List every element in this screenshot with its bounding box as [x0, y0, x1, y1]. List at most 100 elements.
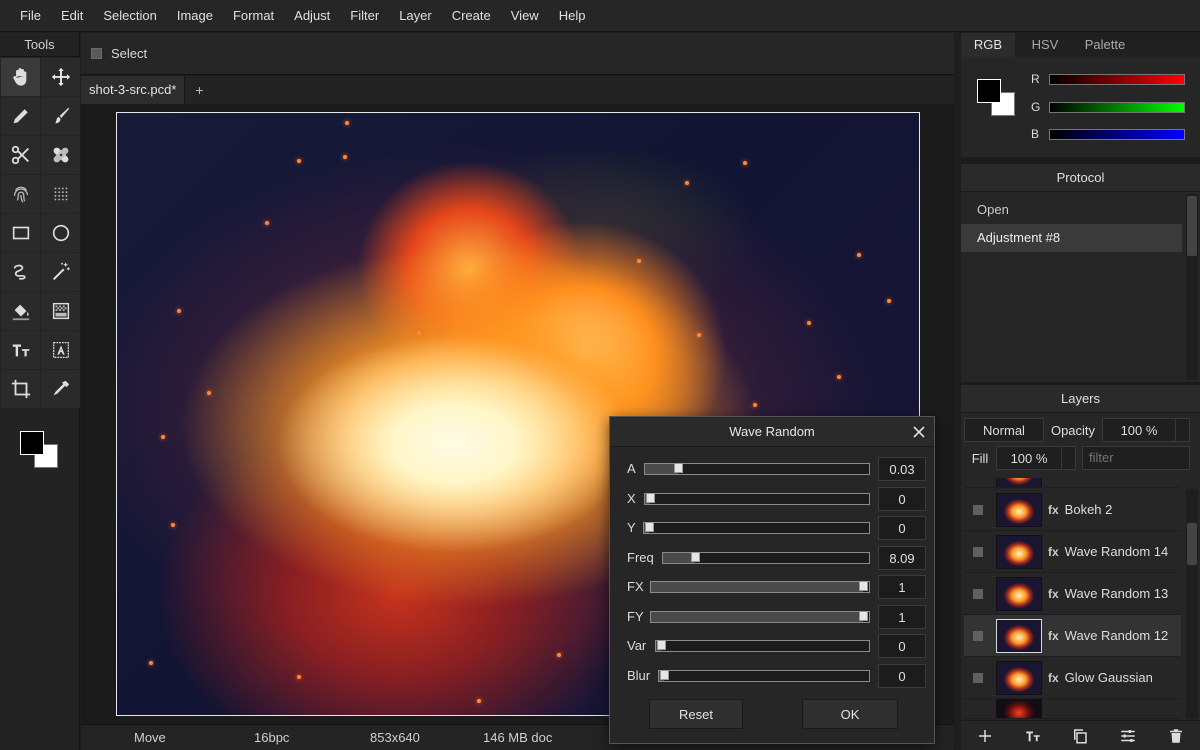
brush-tool[interactable]: [41, 97, 80, 135]
blue-slider[interactable]: [1049, 129, 1185, 140]
hand-tool[interactable]: [1, 58, 40, 96]
opacity-label: Opacity: [1050, 422, 1096, 438]
layer-item-selected[interactable]: fx Wave Random 12: [964, 615, 1181, 657]
menu-adjust[interactable]: Adjust: [284, 0, 340, 32]
document-tab[interactable]: shot-3-src.pcd*: [81, 76, 186, 104]
text-tool[interactable]: [1, 331, 40, 369]
param-value-input[interactable]: 1: [878, 605, 926, 629]
text-box-tool[interactable]: [41, 331, 80, 369]
color-foreground-swatch[interactable]: [977, 79, 1001, 103]
tab-palette[interactable]: Palette: [1075, 33, 1135, 57]
opacity-spinner[interactable]: [1176, 418, 1190, 442]
param-value-input[interactable]: 8.09: [878, 546, 926, 570]
delete-layer-icon[interactable]: [1167, 727, 1185, 745]
red-slider[interactable]: [1049, 74, 1185, 85]
select-checkbox[interactable]: [91, 48, 102, 59]
lasso-tool[interactable]: [1, 253, 40, 291]
move-icon: [51, 67, 70, 87]
protocol-item-adjustment[interactable]: Adjustment #8: [961, 224, 1182, 252]
menu-create[interactable]: Create: [442, 0, 501, 32]
tab-rgb[interactable]: RGB: [961, 33, 1015, 57]
param-slider[interactable]: [650, 611, 870, 623]
protocol-item-open[interactable]: Open: [961, 196, 1182, 224]
dots-tool[interactable]: [41, 175, 80, 213]
param-slider[interactable]: [644, 463, 870, 475]
layer-name: Wave Random 14: [1064, 544, 1169, 559]
layer-filter-input[interactable]: [1082, 446, 1190, 470]
param-value-input[interactable]: 0: [878, 634, 926, 658]
fill-spinner[interactable]: [1062, 446, 1076, 470]
blend-mode-select[interactable]: Normal: [964, 418, 1044, 442]
fill-tool[interactable]: [1, 292, 40, 330]
healing-tool[interactable]: [41, 136, 80, 174]
protocol-scrollbar[interactable]: [1186, 194, 1198, 380]
param-slider[interactable]: [643, 522, 870, 534]
layer-adjustments-icon[interactable]: [1119, 727, 1137, 745]
menu-help[interactable]: Help: [549, 0, 596, 32]
param-value-input[interactable]: 0.03: [878, 457, 926, 481]
green-slider[interactable]: [1049, 102, 1185, 113]
param-slider[interactable]: [658, 670, 870, 682]
crop-tool[interactable]: [1, 370, 40, 408]
rectangle-tool[interactable]: [1, 214, 40, 252]
layer-visibility-toggle[interactable]: [973, 504, 983, 515]
eyedropper-tool[interactable]: [41, 370, 80, 408]
rectangle-icon: [12, 226, 29, 240]
add-layer-icon[interactable]: [976, 727, 994, 745]
layer-item[interactable]: fx Bokeh 2: [964, 489, 1181, 531]
scissors-tool[interactable]: [1, 136, 40, 174]
layers-toolbar: [961, 720, 1200, 750]
layers-scrollbar[interactable]: [1186, 489, 1198, 719]
layer-visibility-toggle[interactable]: [973, 672, 983, 683]
menu-filter[interactable]: Filter: [340, 0, 389, 32]
param-value-input[interactable]: 1: [878, 575, 926, 599]
fingerprint-tool[interactable]: [1, 175, 40, 213]
menu-image[interactable]: Image: [167, 0, 223, 32]
param-value-input[interactable]: 0: [878, 487, 926, 511]
param-slider[interactable]: [650, 581, 870, 593]
text-icon: [12, 344, 29, 357]
layer-partial-bottom[interactable]: [964, 699, 1181, 719]
status-bit-depth: 16bpc: [254, 730, 290, 745]
scissors-icon: [11, 145, 29, 165]
add-text-layer-icon[interactable]: [1024, 727, 1042, 745]
pencil-tool[interactable]: [1, 97, 40, 135]
menu-selection[interactable]: Selection: [93, 0, 166, 32]
layer-thumbnail: [996, 492, 1042, 527]
fill-input[interactable]: 100 %: [996, 446, 1062, 470]
layer-item[interactable]: fx Wave Random 14: [964, 531, 1181, 573]
dialog-close-button[interactable]: [904, 417, 934, 447]
menu-view[interactable]: View: [501, 0, 549, 32]
ellipse-tool[interactable]: [41, 214, 80, 252]
layer-item[interactable]: fx Glow Gaussian: [964, 657, 1181, 699]
layer-thumbnail: [996, 660, 1042, 695]
reset-button[interactable]: Reset: [649, 699, 743, 729]
layer-visibility-toggle[interactable]: [973, 630, 983, 641]
gradient-tool[interactable]: [41, 292, 80, 330]
layer-partial-top[interactable]: [964, 478, 1181, 488]
opacity-input[interactable]: 100 %: [1102, 418, 1176, 442]
param-row-x: X 0: [610, 487, 936, 511]
layer-visibility-toggle[interactable]: [973, 546, 983, 557]
menu-layer[interactable]: Layer: [389, 0, 442, 32]
menu-file[interactable]: File: [10, 0, 51, 32]
fx-icon: fx: [1048, 544, 1059, 559]
param-slider[interactable]: [644, 493, 870, 505]
layer-visibility-toggle[interactable]: [973, 588, 983, 599]
magic-wand-tool[interactable]: [41, 253, 80, 291]
param-slider[interactable]: [655, 640, 870, 652]
ok-button[interactable]: OK: [802, 699, 898, 729]
move-tool[interactable]: [41, 58, 80, 96]
layer-item[interactable]: fx Wave Random 13: [964, 573, 1181, 615]
tab-hsv[interactable]: HSV: [1015, 33, 1075, 57]
add-tab-button[interactable]: +: [185, 76, 213, 104]
param-label: Blur: [627, 668, 651, 683]
menu-format[interactable]: Format: [223, 0, 284, 32]
param-value-input[interactable]: 0: [878, 516, 926, 540]
param-slider[interactable]: [662, 552, 870, 564]
status-memory: 146 MB doc: [483, 730, 553, 745]
foreground-color-swatch[interactable]: [20, 431, 44, 455]
menu-edit[interactable]: Edit: [51, 0, 93, 32]
duplicate-layer-icon[interactable]: [1071, 727, 1089, 745]
param-value-input[interactable]: 0: [878, 664, 926, 688]
